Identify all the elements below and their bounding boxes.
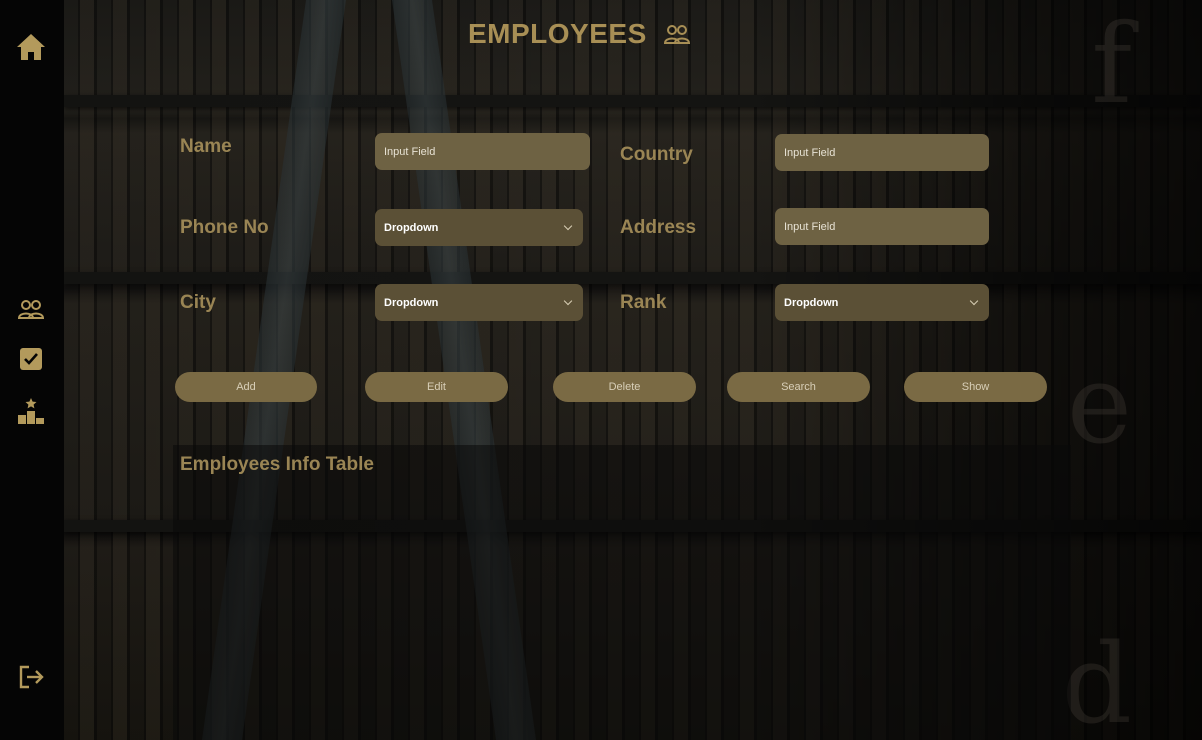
country-input-text: Input Field [784,146,836,159]
page-title-text: EMPLOYEES [468,18,647,49]
add-button[interactable]: Add [175,372,317,402]
city-dropdown[interactable]: Dropdown [375,284,583,321]
logout-icon[interactable] [14,660,48,694]
country-input[interactable]: Input Field [775,134,989,171]
users-icon[interactable] [14,292,48,326]
decorative-letter: d [1061,620,1132,740]
name-input[interactable]: Input Field [375,133,590,170]
phone-dropdown-text: Dropdown [384,221,439,234]
address-input[interactable]: Input Field [775,208,989,245]
employees-table [173,445,1071,740]
chevron-down-icon [969,296,979,306]
phone-label: Phone No [180,217,269,238]
decorative-letter: e [1066,340,1132,468]
podium-icon[interactable] [14,394,48,428]
name-label: Name [180,136,232,157]
search-button[interactable]: Search [727,372,870,402]
page-title: EMPLOYEES [468,18,693,50]
address-label: Address [620,217,697,238]
rank-dropdown-text: Dropdown [784,296,839,309]
checkbox-icon[interactable] [14,342,48,376]
rank-label: Rank [620,292,667,313]
home-icon[interactable] [14,30,48,64]
chevron-down-icon [563,221,573,231]
country-label: Country [620,144,693,165]
sidebar [0,0,64,740]
table-title: Employees Info Table [180,454,374,475]
users-icon [663,25,690,44]
name-input-text: Input Field [384,145,436,158]
address-input-text: Input Field [784,220,836,233]
city-label: City [180,292,216,313]
chevron-down-icon [563,296,573,306]
edit-button[interactable]: Edit [365,372,508,402]
decorative-letter: f [1091,0,1132,128]
rank-dropdown[interactable]: Dropdown [775,284,989,321]
show-button[interactable]: Show [904,372,1047,402]
phone-dropdown[interactable]: Dropdown [375,209,583,246]
city-dropdown-text: Dropdown [384,296,439,309]
delete-button[interactable]: Delete [553,372,696,402]
